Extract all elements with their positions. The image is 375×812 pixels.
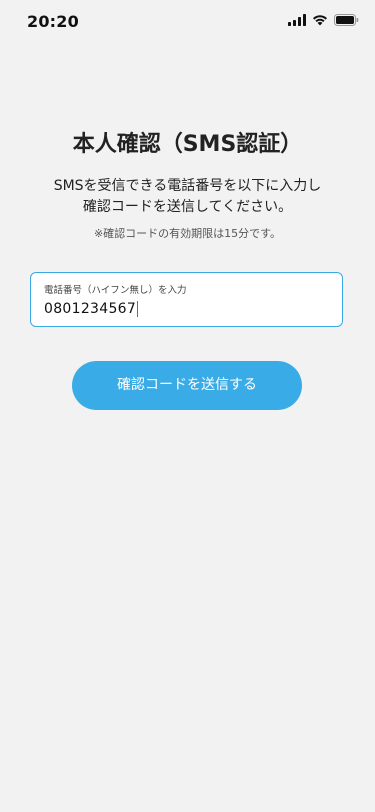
text-caret (137, 301, 139, 317)
instruction-line-1: SMSを受信できる電話番号を以下に入力し (53, 178, 322, 194)
battery-icon (334, 14, 359, 26)
status-time: 20:20 (27, 12, 79, 31)
status-bar: 20:20 (0, 0, 375, 44)
status-icons (288, 14, 359, 26)
page-title: 本人確認（SMS認証） (72, 132, 303, 157)
instruction-text: SMSを受信できる電話番号を以下に入力し 確認コードを送信してください。 (0, 176, 375, 218)
phone-field-label: 電話番号（ハイフン無し）を入力 (44, 285, 187, 296)
instruction-line-2: 確認コードを送信してください。 (82, 199, 293, 215)
expiry-note: ※確認コードの有効期限は15分です。 (93, 227, 282, 240)
wifi-icon (312, 14, 328, 26)
sms-verification-screen: 20:20 本人確認（SMS認証） SMSを受信できる電話番号を以下に入力し 確… (0, 0, 375, 812)
phone-number-field[interactable]: 電話番号（ハイフン無し）を入力 0801234567 (30, 272, 343, 327)
signal-icon (288, 14, 306, 26)
send-code-button[interactable]: 確認コードを送信する (72, 361, 302, 410)
phone-number-input[interactable]: 0801234567 (44, 301, 139, 317)
phone-number-value: 0801234567 (44, 301, 137, 317)
